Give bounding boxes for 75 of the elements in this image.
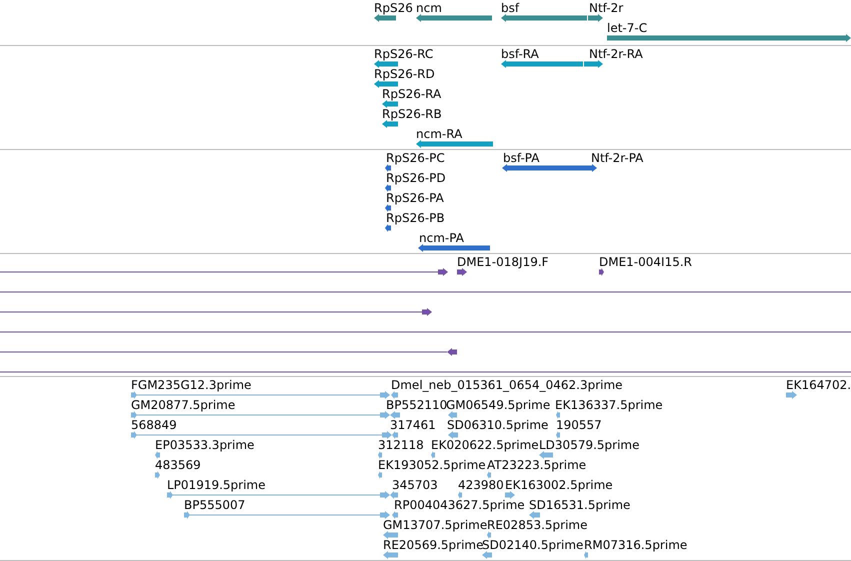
feature-label: Dmel_neb_015361_0654_0462.3prime — [391, 378, 623, 392]
feature-glyph[interactable] — [583, 164, 597, 172]
feature-label: BP555007 — [184, 498, 246, 512]
feature-label: Ntf-2r-PA — [591, 151, 644, 165]
feature-glyph[interactable] — [416, 140, 493, 148]
feature-label: EK164702. — [786, 378, 851, 392]
feature-label: RpS26-PD — [386, 171, 446, 185]
feature-label: 317461 — [390, 418, 436, 432]
feature-label: ncm-RA — [416, 127, 462, 141]
feature-glyph[interactable] — [0, 348, 457, 356]
feature-label: SD06310.5prime — [447, 418, 548, 432]
feature-label: 568849 — [131, 418, 177, 432]
feature-label: let-7-C — [607, 21, 648, 35]
feature-glyph[interactable] — [382, 100, 398, 108]
feature-label: DME1-004I15.R — [599, 255, 692, 269]
feature-glyph[interactable] — [502, 164, 583, 172]
feature-label: 312118 — [378, 438, 424, 452]
feature-glyph[interactable] — [382, 120, 398, 128]
feature-glyph[interactable] — [385, 164, 391, 172]
feature-glyph[interactable] — [599, 268, 604, 276]
feature-label: EK020622.5prime — [431, 438, 539, 452]
feature-glyph[interactable] — [385, 204, 391, 212]
feature-label: DME1-018J19.F — [457, 255, 549, 269]
feature-label: RpS26-RB — [382, 107, 442, 121]
feature-label: RP004043627.5prime — [394, 498, 525, 512]
feature-label: RpS26-RD — [374, 67, 435, 81]
feature-label: ncm-PA — [419, 231, 464, 245]
feature-label: RE02853.5prime — [487, 518, 588, 532]
feature-glyph[interactable] — [607, 34, 851, 42]
feature-label: bsf — [501, 1, 520, 15]
feature-glyph[interactable] — [385, 224, 391, 232]
feature-label: AT23223.5prime — [487, 458, 586, 472]
feature-label: LP01919.5prime — [167, 478, 266, 492]
feature-label: RE20569.5prime — [383, 538, 484, 552]
feature-glyph[interactable] — [501, 60, 583, 68]
feature-label: 423980 — [458, 478, 504, 492]
feature-label: RpS26-PC — [386, 151, 445, 165]
feature-label: GM06549.5prime — [446, 398, 550, 412]
feature-label: EP03533.3prime — [155, 438, 254, 452]
feature-label: GM13707.5prime — [383, 518, 488, 532]
feature-label: SD02140.5prime — [482, 538, 584, 552]
feature-label: EK193052.5prime — [378, 458, 486, 472]
feature-glyph[interactable] — [374, 60, 398, 68]
feature-label: EK136337.5prime — [555, 398, 663, 412]
feature-glyph[interactable] — [385, 184, 391, 192]
feature-label: RpS26-PA — [386, 191, 444, 205]
feature-label: ncm — [416, 1, 442, 15]
feature-label: 345703 — [392, 478, 438, 492]
feature-label: bsf-RA — [501, 47, 539, 61]
feature-label: LD30579.5prime — [539, 438, 640, 452]
feature-label: BP552110 — [386, 398, 448, 412]
feature-glyph[interactable] — [501, 14, 587, 22]
feature-label: RM07316.5prime — [584, 538, 688, 552]
feature-label: EK163002.5prime — [505, 478, 613, 492]
feature-label: bsf-PA — [503, 151, 540, 165]
feature-glyph[interactable] — [374, 14, 396, 22]
feature-label: 483569 — [155, 458, 201, 472]
feature-label: Ntf-2r-RA — [589, 47, 643, 61]
feature-glyph[interactable] — [416, 14, 492, 22]
feature-glyph[interactable] — [584, 60, 603, 68]
feature-label: FGM235G12.3prime — [131, 378, 252, 392]
feature-label: Ntf-2r — [589, 1, 624, 15]
feature-glyph[interactable] — [457, 268, 467, 276]
feature-glyph[interactable] — [418, 244, 490, 252]
feature-glyph[interactable] — [0, 308, 432, 316]
feature-label: RpS26 — [374, 1, 413, 15]
feature-label: GM20877.5prime — [131, 398, 236, 412]
feature-label: RpS26-RA — [382, 87, 442, 101]
feature-label: 190557 — [556, 418, 602, 432]
feature-label: RpS26-RC — [374, 47, 434, 61]
feature-glyph[interactable] — [588, 14, 603, 22]
feature-label: RpS26-PB — [386, 211, 445, 225]
feature-glyph[interactable] — [374, 80, 398, 88]
feature-label: SD16531.5prime — [529, 498, 630, 512]
feature-glyph[interactable] — [0, 268, 448, 276]
